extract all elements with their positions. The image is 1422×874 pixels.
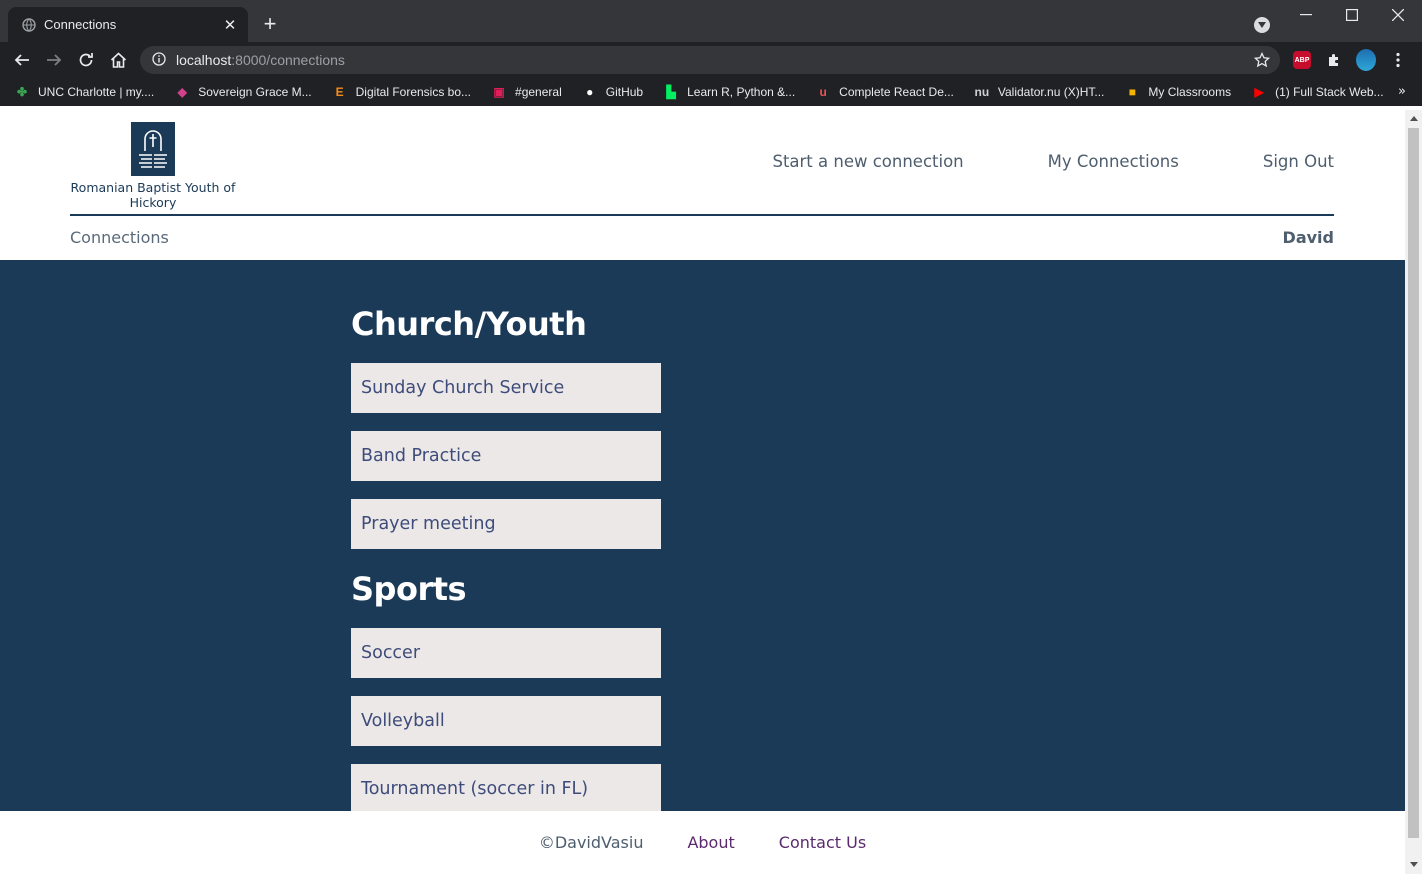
datacamp-icon: ▙	[666, 85, 676, 99]
browser-tabstrip: Connections ✕ +	[0, 0, 1422, 42]
sub-header: Connections David	[70, 228, 1334, 252]
classroom-icon: ■	[1128, 85, 1137, 99]
bookmark-label: GitHub	[605, 85, 644, 99]
connection-card-label: Soccer	[361, 643, 421, 663]
site-footer: ©DavidVasiu About Contact Us	[0, 811, 1405, 874]
connection-card[interactable]: Band Practice	[351, 431, 661, 481]
bookmark-label: (1) Full Stack Web...	[1275, 85, 1384, 99]
bookmark-item[interactable]: nu Validator.nu (X)HT...	[974, 84, 1105, 100]
udemy-icon: u	[819, 85, 827, 99]
scroll-down-icon[interactable]	[1410, 862, 1418, 867]
footer-contact-link[interactable]: Contact Us	[779, 833, 866, 852]
nav-my-connections[interactable]: My Connections	[1048, 152, 1179, 171]
back-icon[interactable]	[12, 50, 32, 70]
connection-card[interactable]: Soccer	[351, 628, 661, 678]
connection-card-label: Band Practice	[361, 446, 482, 466]
scroll-up-icon[interactable]	[1410, 116, 1418, 121]
scrollbar-thumb[interactable]	[1408, 128, 1419, 838]
bookmark-label: Digital Forensics bo...	[355, 85, 472, 99]
bookmark-item[interactable]: ▙ Learn R, Python &...	[663, 84, 795, 100]
category-title-sports: Sports	[351, 570, 467, 608]
breadcrumb: Connections	[70, 228, 169, 247]
connection-card-label: Volleyball	[361, 711, 445, 731]
browser-tab-active[interactable]: Connections ✕	[8, 7, 248, 42]
browser-menu-icon[interactable]	[1388, 50, 1408, 70]
e-icon: E	[335, 85, 344, 99]
bookmark-item[interactable]: ▣ #general	[491, 84, 562, 100]
bookmark-label: My Classrooms	[1148, 85, 1232, 99]
site-header: Romanian Baptist Youth of Hickory Start …	[70, 122, 1334, 216]
new-tab-button[interactable]: +	[259, 13, 281, 35]
bookmark-item[interactable]: u Complete React De...	[815, 84, 954, 100]
nav-start-new-connection[interactable]: Start a new connection	[772, 152, 963, 171]
connection-card[interactable]: Volleyball	[351, 696, 661, 746]
tab-search-icon[interactable]	[1254, 17, 1270, 33]
footer-about-link[interactable]: About	[687, 833, 734, 852]
bookmark-item[interactable]: ▶ (1) Full Stack Web...	[1251, 84, 1383, 100]
connection-card-label: Tournament (soccer in FL)	[361, 779, 589, 799]
site-info-icon[interactable]	[152, 51, 166, 70]
url-text: localhost:8000/connections	[176, 52, 345, 68]
url-path: :8000/connections	[231, 52, 345, 68]
bookmark-item[interactable]: ● GitHub	[582, 84, 643, 100]
browser-toolbar: localhost:8000/connections ABP	[0, 42, 1422, 78]
validator-icon: nu	[974, 85, 990, 99]
sovereign-grace-icon: ◆	[177, 85, 187, 99]
site-logo[interactable]: Romanian Baptist Youth of Hickory	[70, 122, 236, 210]
extensions-puzzle-icon[interactable]	[1324, 50, 1344, 70]
bookmark-label: UNC Charlotte | my....	[38, 85, 155, 99]
tab-close-icon[interactable]: ✕	[222, 16, 238, 34]
more-bookmarks-icon[interactable]: »	[1398, 84, 1406, 99]
minimize-icon[interactable]	[1296, 5, 1316, 25]
bookmark-label: Complete React De...	[839, 85, 954, 99]
bookmark-item[interactable]: E Digital Forensics bo...	[332, 84, 471, 100]
nav-sign-out[interactable]: Sign Out	[1263, 152, 1334, 171]
unc-icon: ✤	[16, 85, 28, 99]
tab-title: Connections	[44, 17, 117, 32]
connection-card-label: Sunday Church Service	[361, 378, 565, 398]
bookmark-label: Validator.nu (X)HT...	[997, 85, 1105, 99]
bookmark-label: #general	[515, 85, 562, 99]
maximize-icon[interactable]	[1342, 5, 1362, 25]
connection-card[interactable]: Tournament (soccer in FL)	[351, 764, 661, 814]
slack-icon: ▣	[493, 85, 505, 99]
youtube-icon: ▶	[1254, 85, 1264, 99]
page-viewport: Romanian Baptist Youth of Hickory Start …	[0, 110, 1405, 874]
github-icon: ●	[586, 85, 594, 99]
bookmark-item[interactable]: ■ My Classrooms	[1124, 84, 1231, 100]
connection-card[interactable]: Sunday Church Service	[351, 363, 661, 413]
address-bar[interactable]: localhost:8000/connections	[140, 46, 1280, 74]
reload-icon[interactable]	[76, 50, 96, 70]
url-host: localhost	[176, 52, 232, 68]
forward-icon[interactable]	[44, 50, 64, 70]
home-icon[interactable]	[108, 50, 128, 70]
bookmarks-bar: ✤ UNC Charlotte | my.... ◆ Sovereign Grace …	[0, 78, 1422, 106]
adblock-plus-icon[interactable]: ABP	[1292, 50, 1312, 70]
connection-card[interactable]: Prayer meeting	[351, 499, 661, 549]
globe-icon	[22, 17, 36, 32]
footer-copyright: ©DavidVasiu	[538, 833, 644, 852]
bookmark-label: Learn R, Python &...	[687, 85, 796, 99]
church-logo-icon	[131, 122, 175, 176]
close-window-icon[interactable]	[1388, 5, 1408, 25]
profile-avatar[interactable]	[1356, 49, 1376, 71]
connections-main: Church/Youth Sunday Church Service Band …	[0, 260, 1405, 814]
top-nav: Start a new connection My Connections Si…	[688, 152, 1334, 171]
bookmark-item[interactable]: ◆ Sovereign Grace M...	[174, 84, 312, 100]
category-title-church-youth: Church/Youth	[351, 305, 587, 343]
page-scrollbar[interactable]	[1405, 110, 1422, 874]
connection-card-label: Prayer meeting	[361, 514, 496, 534]
logo-text: Romanian Baptist Youth of Hickory	[70, 180, 236, 210]
user-name: David	[1282, 228, 1334, 247]
bookmark-item[interactable]: ✤ UNC Charlotte | my....	[14, 84, 154, 100]
bookmark-star-icon[interactable]	[1253, 51, 1271, 72]
bookmark-label: Sovereign Grace M...	[198, 85, 312, 99]
